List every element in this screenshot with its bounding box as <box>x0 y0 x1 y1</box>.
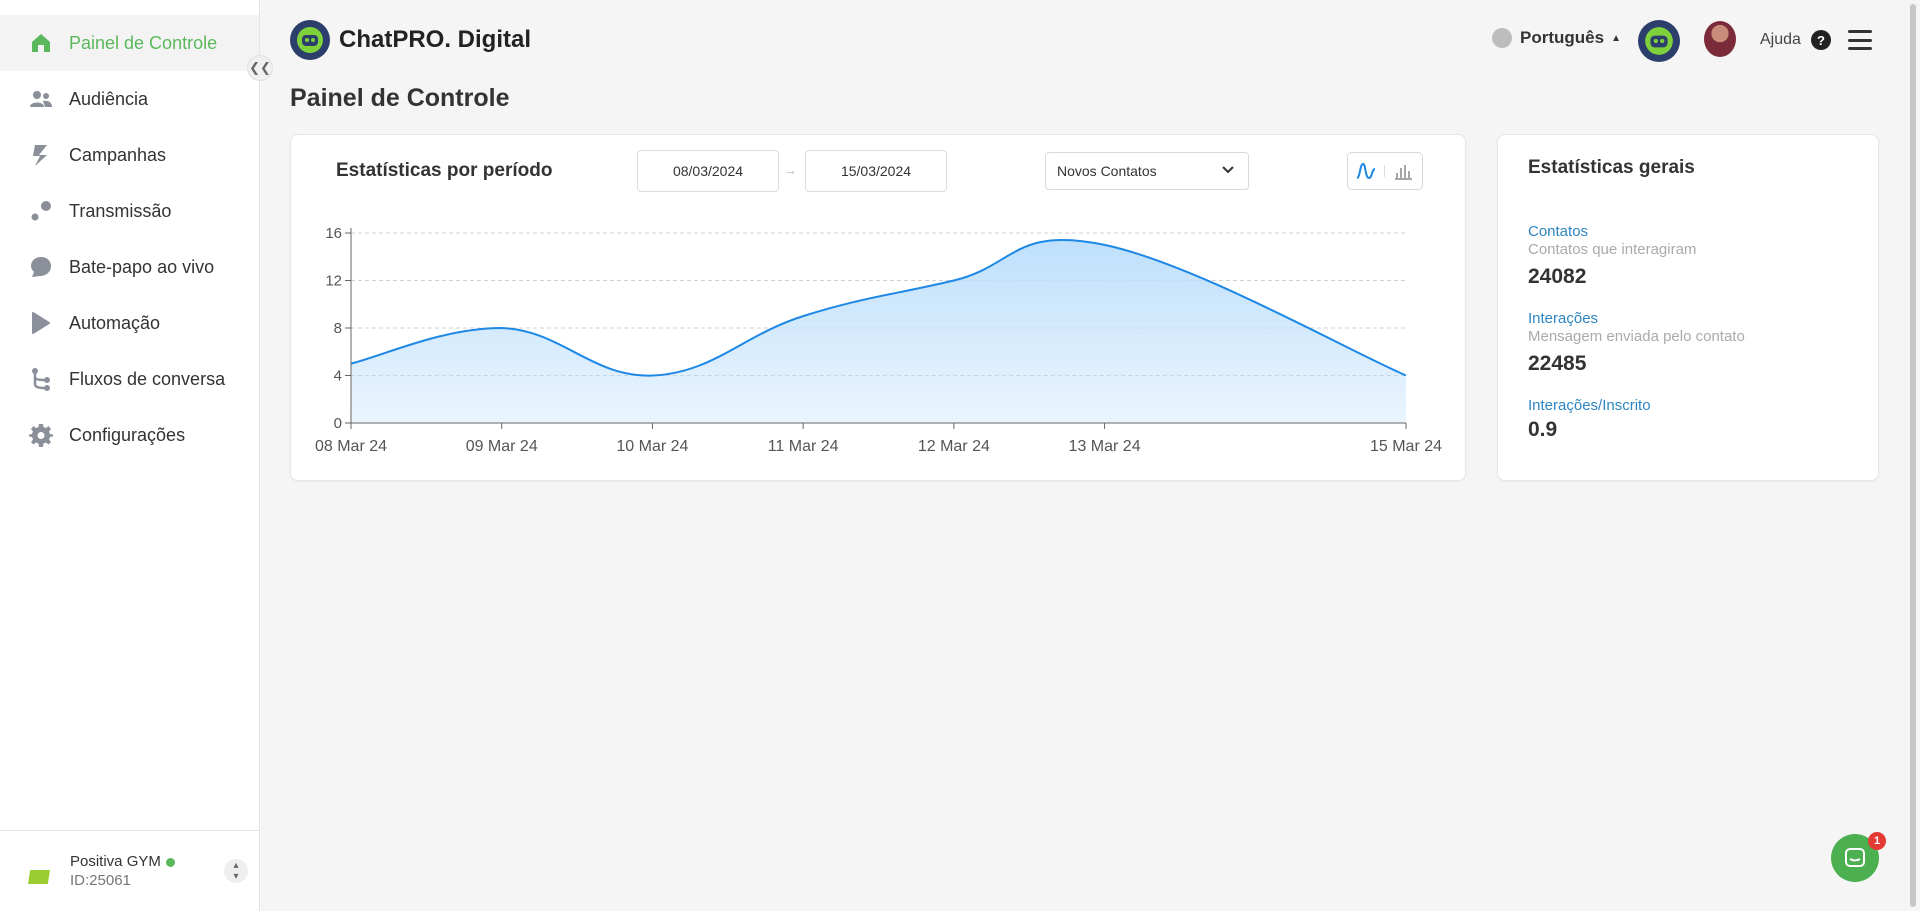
account-switch-icon[interactable]: ▴ ▾ <box>224 859 248 883</box>
chart-type-toggle <box>1347 152 1423 190</box>
account-name-row: Positiva GYM <box>70 853 175 870</box>
period-stats-card: Estatísticas por período 08/03/2024 → 15… <box>290 134 1466 481</box>
stat-value: 22485 <box>1528 352 1587 375</box>
user-avatar[interactable] <box>1704 21 1736 57</box>
broadcast-icon <box>28 198 54 224</box>
general-stats-title: Estatísticas gerais <box>1528 157 1695 178</box>
sidebar-item-campanhas[interactable]: Campanhas <box>0 127 259 183</box>
app-name: ChatPRO. Digital <box>339 26 532 53</box>
automation-icon <box>28 310 54 336</box>
x-tick-label: 13 Mar 24 <box>1069 438 1141 455</box>
bar-chart-toggle[interactable] <box>1385 153 1421 189</box>
account-name: Positiva GYM <box>70 853 161 870</box>
stat-description: Mensagem enviada pelo contato <box>1528 328 1745 345</box>
globe-icon <box>1492 28 1512 48</box>
stat-interactions: Interações Mensagem enviada pelo contato… <box>1528 310 1745 376</box>
y-tick-label: 0 <box>334 415 342 432</box>
y-tick-label: 16 <box>325 225 342 242</box>
metric-select[interactable]: Novos Contatos <box>1045 152 1249 190</box>
x-tick-label: 10 Mar 24 <box>616 438 688 455</box>
line-chart-icon <box>1356 162 1376 180</box>
sidebar-item-label: Automação <box>69 312 161 333</box>
robot-logo-icon <box>290 20 330 60</box>
sidebar-item-label: Bate-papo ao vivo <box>69 256 215 277</box>
top-header: ChatPRO. Digital Português ▲ Ajuda ? <box>260 0 1920 80</box>
stat-description: Contatos que interagiram <box>1528 241 1697 258</box>
x-tick-label: 11 Mar 24 <box>768 438 839 455</box>
chat-icon <box>28 254 54 280</box>
menu-bar <box>1848 38 1872 42</box>
sidebar-item-audiencia[interactable]: Audiência <box>0 71 259 127</box>
x-tick-label: 08 Mar 24 <box>315 438 387 455</box>
arrow-right-icon: → <box>783 162 797 178</box>
help-link[interactable]: Ajuda ? <box>1760 30 1831 50</box>
hamburger-menu-button[interactable] <box>1848 30 1872 50</box>
menu-bar <box>1848 47 1872 50</box>
sidebar: Painel de Controle Audiência Campanhas Tran… <box>0 0 273 911</box>
x-tick-label: 12 Mar 24 <box>918 438 990 455</box>
chevron-down-icon <box>1222 166 1234 174</box>
sidebar-item-painel-de-controle[interactable]: Painel de Controle <box>0 15 259 71</box>
stat-value: 24082 <box>1528 265 1587 288</box>
language-label: Português <box>1520 28 1605 47</box>
period-stats-title: Estatísticas por período <box>336 160 553 181</box>
date-to-input[interactable]: 15/03/2024 <box>805 150 947 192</box>
stat-label[interactable]: Contatos <box>1528 223 1696 240</box>
account-id: ID:25061 <box>70 872 131 889</box>
sidebar-nav: Painel de Controle Audiência Campanhas Tran… <box>0 0 259 463</box>
users-icon <box>28 86 54 112</box>
help-label: Ajuda <box>1760 31 1801 48</box>
bar-chart-icon <box>1395 165 1412 180</box>
stat-value: 0.9 <box>1528 418 1558 441</box>
line-chart-toggle[interactable] <box>1348 153 1384 189</box>
account-logo <box>28 870 50 884</box>
chat-bubble-icon <box>1845 848 1865 867</box>
sidebar-item-bate-papo-ao-vivo[interactable]: Bate-papo ao vivo <box>0 239 259 295</box>
stat-label[interactable]: Interações/Inscrito <box>1528 397 1651 414</box>
sidebar-item-label: Transmissão <box>69 200 172 221</box>
metric-select-value: Novos Contatos <box>1057 163 1157 179</box>
sidebar-item-label: Painel de Controle <box>69 32 218 53</box>
x-tick-label: 15 Mar 24 <box>1370 438 1442 455</box>
stat-interactions-per-subscriber: Interações/Inscrito 0.9 <box>1528 397 1651 442</box>
stat-label[interactable]: Interações <box>1528 310 1745 327</box>
campaign-icon <box>28 142 54 168</box>
y-tick-label: 4 <box>334 368 342 385</box>
flow-icon <box>28 366 54 392</box>
sidebar-item-label: Configurações <box>69 424 186 445</box>
sidebar-item-configuracoes[interactable]: Configurações <box>0 407 259 463</box>
account-switcher[interactable]: Positiva GYM ID:25061 ▴ ▾ <box>0 830 260 911</box>
y-tick-label: 8 <box>334 320 342 337</box>
sidebar-item-label: Audiência <box>69 88 149 109</box>
sidebar-item-fluxos-de-conversa[interactable]: Fluxos de conversa <box>0 351 259 407</box>
sidebar-item-label: Fluxos de conversa <box>69 368 226 389</box>
sidebar-item-automacao[interactable]: Automação <box>0 295 259 351</box>
sidebar-item-label: Campanhas <box>69 144 167 165</box>
date-from-input[interactable]: 08/03/2024 <box>637 150 779 192</box>
sidebar-item-transmissao[interactable]: Transmissão <box>0 183 259 239</box>
online-status-icon <box>165 857 175 867</box>
caret-up-icon: ▲ <box>1611 32 1621 44</box>
app-logo[interactable]: ChatPRO. Digital <box>290 20 531 60</box>
page-scrollbar[interactable] <box>1910 0 1918 911</box>
home-icon <box>28 30 54 56</box>
scrollbar-thumb[interactable] <box>1910 4 1916 907</box>
y-tick-label: 12 <box>325 273 342 290</box>
notification-badge: 1 <box>1868 832 1886 850</box>
series-area <box>351 239 1406 423</box>
page-title: Painel de Controle <box>290 84 510 112</box>
question-icon: ? <box>1810 30 1831 50</box>
x-tick-label: 09 Mar 24 <box>466 438 538 455</box>
stat-contacts: Contatos Contatos que interagiram 24082 <box>1528 223 1696 289</box>
language-selector[interactable]: Português ▲ <box>1492 28 1621 48</box>
gear-icon <box>28 422 54 448</box>
bot-avatar[interactable] <box>1638 20 1680 62</box>
new-contacts-chart: 0 4 8 12 16 08 Mar 24 09 Mar 24 10 Mar 24 11 Mar… <box>315 225 1442 455</box>
general-stats-card: Estatísticas gerais Contatos Contatos qu… <box>1497 134 1879 481</box>
menu-bar <box>1848 30 1872 33</box>
